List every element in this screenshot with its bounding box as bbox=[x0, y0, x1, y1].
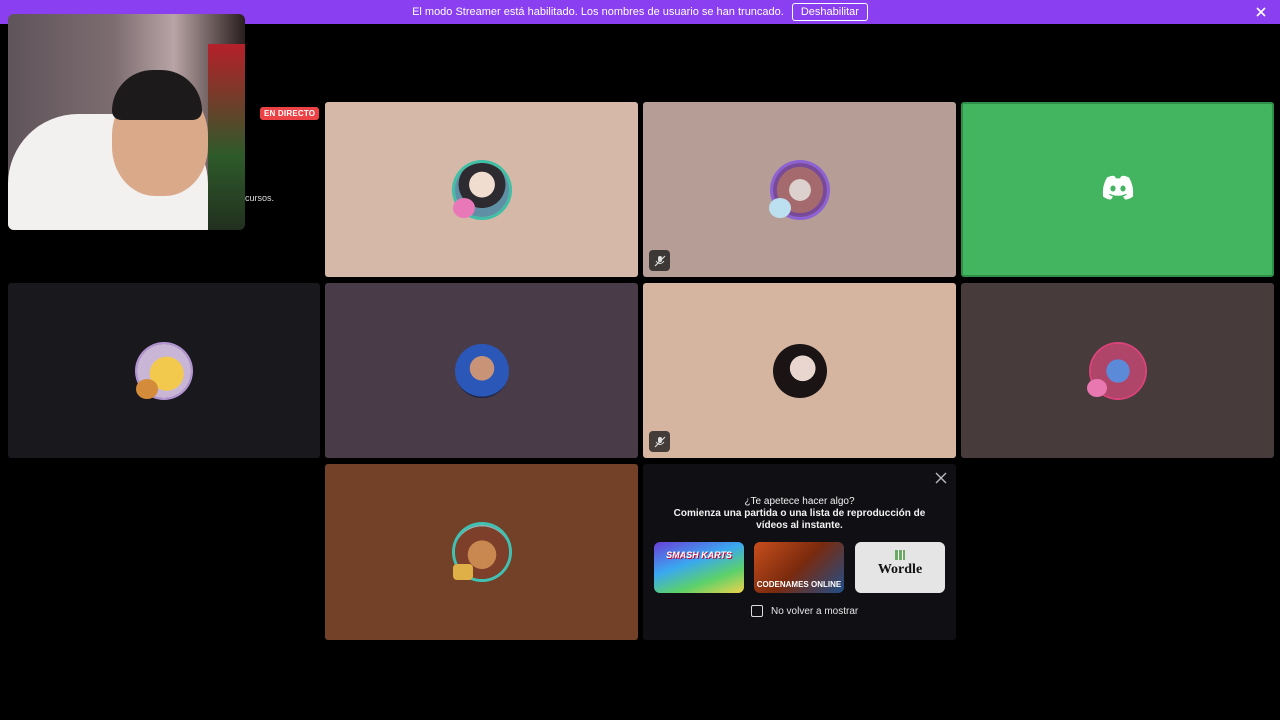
panel-subtitle: Comienza una partida o una lista de repr… bbox=[673, 508, 926, 531]
close-icon[interactable] bbox=[1254, 5, 1268, 19]
game-card-smash-karts[interactable]: SMASH KARTS bbox=[654, 542, 744, 593]
muted-mic-icon bbox=[649, 431, 670, 452]
discord-logo-icon bbox=[1101, 174, 1135, 205]
user-avatar-4 bbox=[454, 343, 509, 398]
live-badge: EN DIRECTO bbox=[260, 107, 320, 120]
participant-tile[interactable] bbox=[643, 283, 956, 458]
dont-show-again-checkbox[interactable] bbox=[751, 605, 763, 617]
webcam-cap bbox=[112, 70, 202, 120]
avatar-decoration-icon bbox=[453, 564, 473, 580]
participant-tile[interactable] bbox=[643, 102, 956, 277]
avatar-decoration-icon bbox=[453, 198, 475, 218]
participant-tile[interactable] bbox=[8, 283, 320, 458]
game-title: Wordle bbox=[877, 562, 923, 577]
stream-description-text: cursos. bbox=[245, 193, 275, 203]
webcam-overlay bbox=[8, 14, 245, 230]
participant-tile[interactable] bbox=[325, 283, 638, 458]
close-icon[interactable] bbox=[934, 471, 948, 485]
participant-tile[interactable] bbox=[961, 102, 1274, 277]
game-title: CODENAMES ONLINE bbox=[756, 580, 842, 589]
activity-suggestion-panel: ¿Te apetece hacer algo? Comienza una par… bbox=[643, 464, 956, 640]
participant-tile[interactable] bbox=[325, 464, 638, 640]
webcam-tree bbox=[208, 44, 245, 230]
muted-mic-icon bbox=[649, 250, 670, 271]
wordle-grid-icon bbox=[895, 550, 905, 560]
game-card-wordle[interactable]: Wordle bbox=[855, 542, 945, 593]
avatar-decoration-icon bbox=[1087, 379, 1107, 397]
game-title: SMASH KARTS bbox=[666, 550, 732, 560]
banner-text: El modo Streamer está habilitado. Los no… bbox=[412, 6, 784, 18]
disable-streamer-mode-button[interactable]: Deshabilitar bbox=[791, 3, 868, 21]
panel-title: ¿Te apetece hacer algo? bbox=[744, 496, 855, 507]
avatar-decoration-icon bbox=[769, 198, 791, 218]
game-card-codenames[interactable]: CODENAMES ONLINE bbox=[754, 542, 844, 593]
user-avatar-5 bbox=[772, 343, 827, 398]
participant-tile[interactable] bbox=[961, 283, 1274, 458]
dont-show-again-label: No volver a mostrar bbox=[771, 606, 859, 617]
participant-tile[interactable] bbox=[325, 102, 638, 277]
avatar-decoration-icon bbox=[136, 379, 158, 399]
